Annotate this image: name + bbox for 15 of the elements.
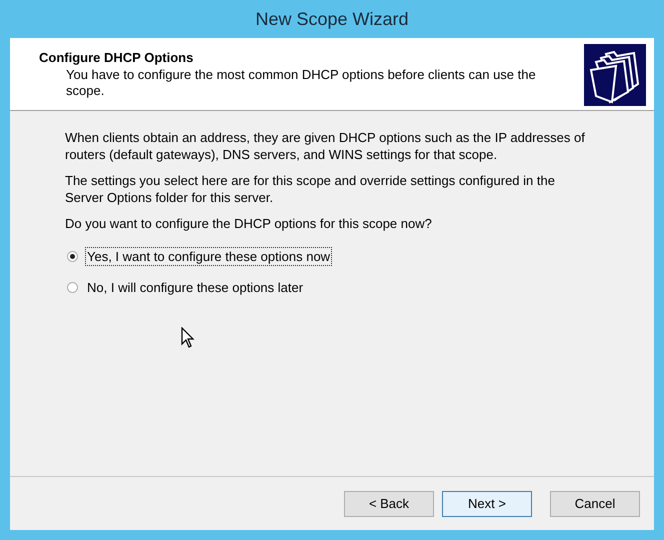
description-text: Do you want to configure the DHCP options for this scope now?: [65, 215, 433, 232]
page-title: Configure DHCP Options: [39, 50, 194, 65]
radio-button[interactable]: [67, 251, 78, 262]
radio-label[interactable]: Yes, I want to configure these options now: [85, 247, 332, 266]
radio-button[interactable]: [67, 282, 78, 293]
cancel-button[interactable]: Cancel: [550, 490, 640, 516]
description-text: When clients obtain an address, they are given DHCP options such as the IP addresses of routers (default gateways), DNS servers, and WINS settings for that scope.: [65, 129, 585, 163]
window-title: New Scope Wizard: [255, 8, 409, 30]
folders-icon: [584, 44, 646, 106]
mouse-pointer-icon: [181, 327, 195, 349]
radio-label[interactable]: No, I will configure these options later: [85, 278, 306, 297]
page-subtitle: You have to configure the most common DHCP options before clients can use the scope.: [65, 67, 537, 99]
back-button[interactable]: < Back: [344, 490, 434, 516]
next-button[interactable]: Next >: [442, 490, 532, 516]
description-text: The settings you select here are for this scope and override settings configured in the Server Options folder for this server.: [65, 172, 556, 206]
